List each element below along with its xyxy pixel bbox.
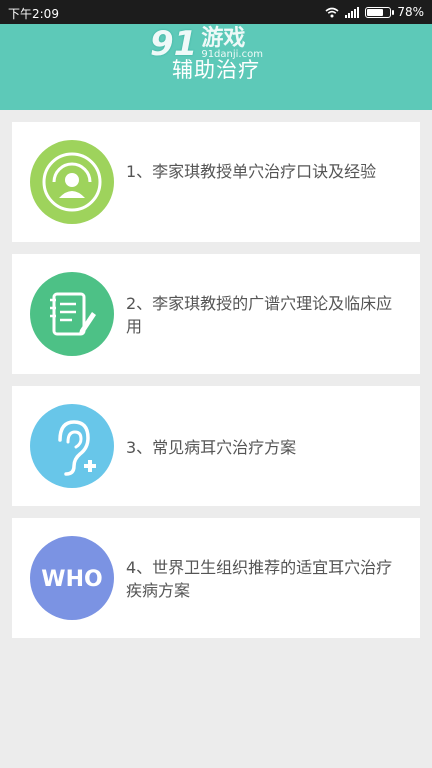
menu-card-1[interactable]: 1、李家琪教授单穴治疗口诀及经验 xyxy=(12,122,420,242)
menu-label-3: 3、常见病耳穴治疗方案 xyxy=(126,438,297,457)
ear-plus-icon xyxy=(30,404,114,488)
person-radar-icon xyxy=(30,140,114,224)
menu-label-2: 2、李家琪教授的广谱穴理论及临床应用 xyxy=(126,294,393,336)
status-bar: 下午2:09 78% xyxy=(0,0,432,24)
watermark-brand: 游戏 xyxy=(201,26,246,51)
wifi-icon xyxy=(325,7,339,18)
menu-label-1: 1、李家琪教授单穴治疗口诀及经验 xyxy=(126,162,377,181)
menu-card-3[interactable]: 3、常见病耳穴治疗方案 xyxy=(12,386,420,506)
page-title: 辅助治疗 xyxy=(172,58,260,82)
menu-card-4[interactable]: WHO 4、世界卫生组织推荐的适宜耳穴治疗疾病方案 xyxy=(12,518,420,638)
who-icon-text: WHO xyxy=(41,567,102,592)
status-icons: 78% xyxy=(325,5,424,19)
battery-percent: 78% xyxy=(397,5,424,19)
document-edit-icon xyxy=(30,272,114,356)
battery-icon xyxy=(365,6,395,18)
menu-label-4: 4、世界卫生组织推荐的适宜耳穴治疗疾病方案 xyxy=(126,558,393,600)
who-icon: WHO xyxy=(30,536,114,620)
menu-card-2[interactable]: 2、李家琪教授的广谱穴理论及临床应用 xyxy=(12,254,420,374)
status-time: 下午2:09 xyxy=(8,7,59,21)
app-header: 91 游戏 91danji.com 辅助治疗 xyxy=(0,24,432,110)
signal-icon xyxy=(345,6,360,18)
